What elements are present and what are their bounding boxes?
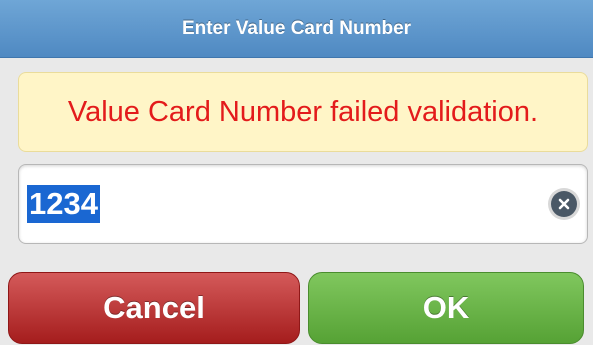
value-card-number-input[interactable]: 1234 xyxy=(27,184,539,224)
dialog-title-bar: Enter Value Card Number xyxy=(0,0,593,58)
dialog-title: Enter Value Card Number xyxy=(181,17,412,39)
validation-error-message: Value Card Number failed validation. xyxy=(18,72,588,152)
selected-input-text[interactable]: 1234 xyxy=(27,185,100,223)
value-card-number-field[interactable]: 1234 xyxy=(18,164,588,244)
clear-icon[interactable] xyxy=(551,191,577,217)
cancel-button-label: Cancel xyxy=(103,290,205,325)
dialog-content: Value Card Number failed validation. 123… xyxy=(0,58,593,345)
ok-button-label: OK xyxy=(422,290,470,325)
error-text: Value Card Number failed validation. xyxy=(67,95,539,128)
ok-button[interactable]: OK xyxy=(308,272,584,344)
cancel-button[interactable]: Cancel xyxy=(8,272,300,344)
